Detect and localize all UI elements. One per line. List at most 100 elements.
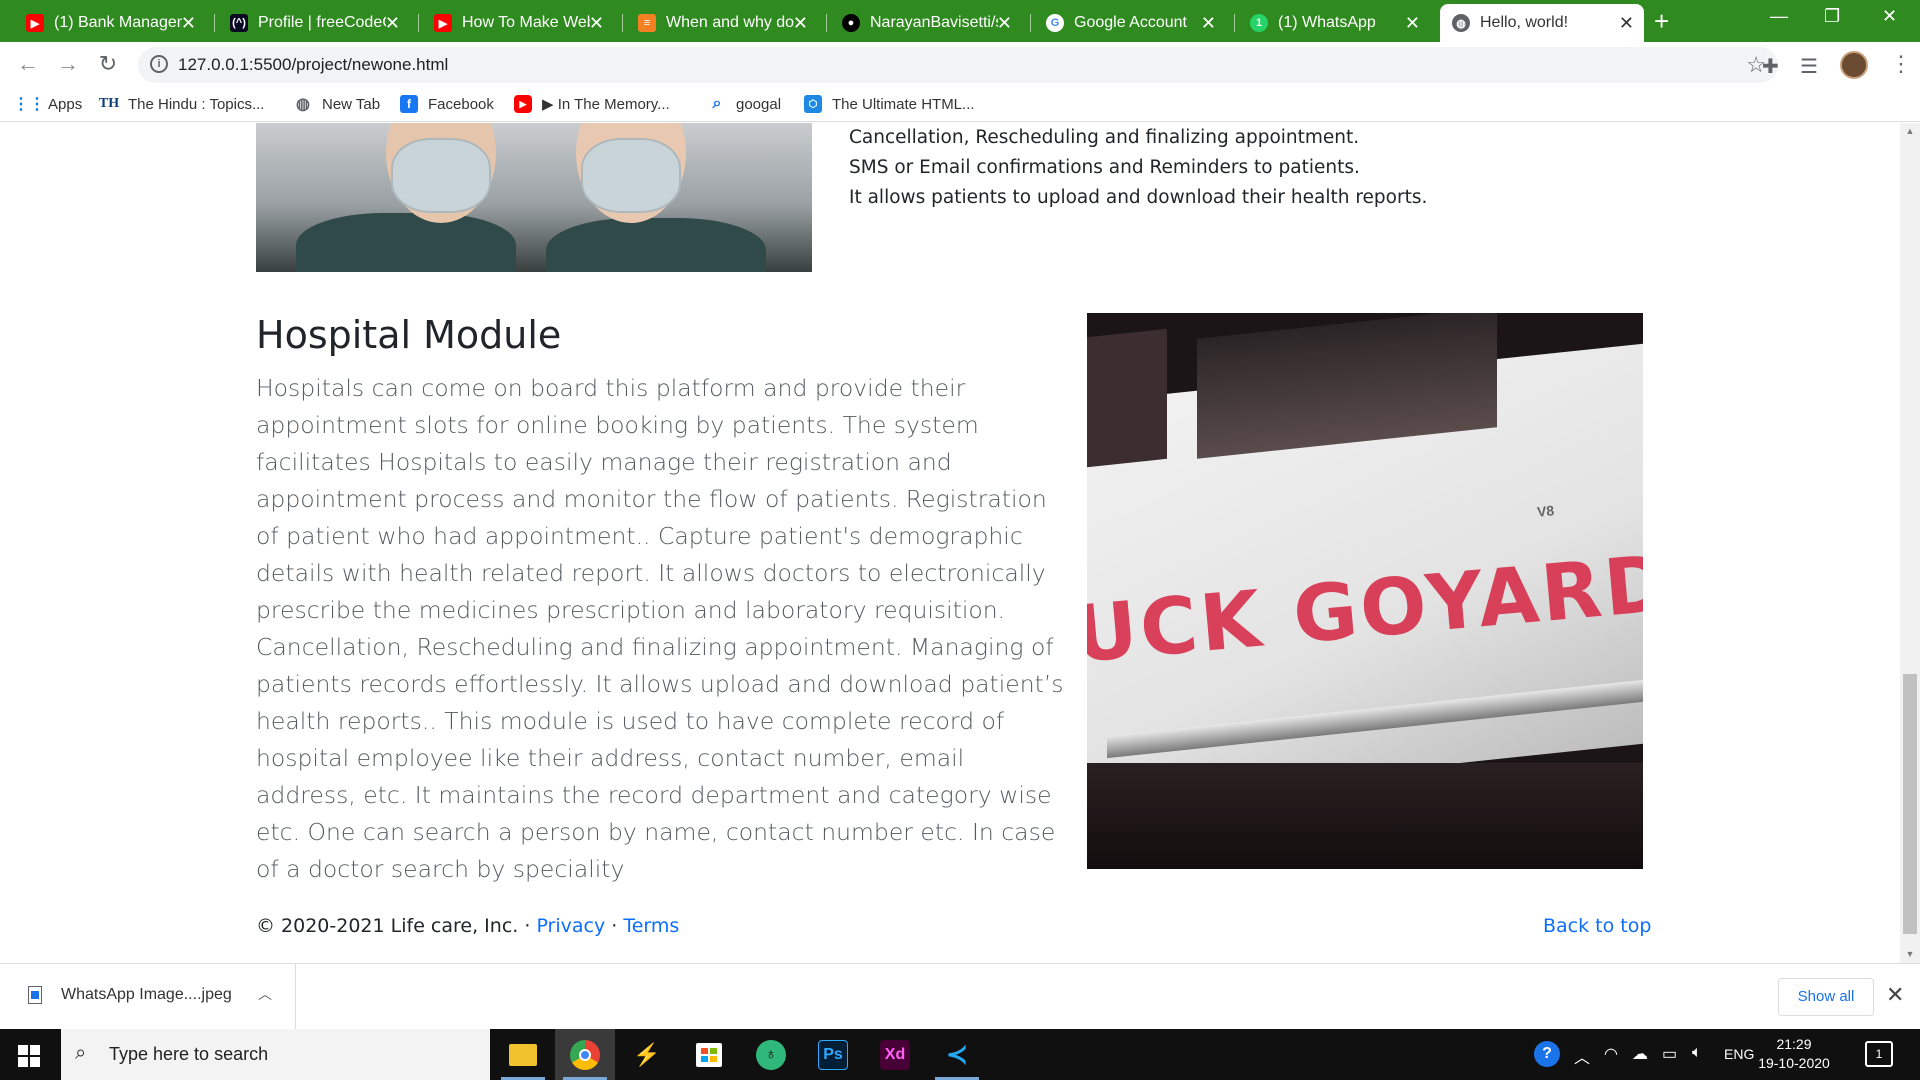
tab-bank-management[interactable]: ▶ (1) Bank Managem ✕ — [14, 4, 206, 42]
bookmark-ultimate-html[interactable]: ⬡ The Ultimate HTML... — [804, 95, 975, 113]
forward-arrow-icon[interactable]: → — [54, 51, 82, 77]
taskbar-lightning-app[interactable]: ⚡ — [617, 1029, 677, 1080]
taskbar-adobe-xd[interactable]: Xd — [865, 1029, 925, 1080]
url-text[interactable]: 127.0.0.1:5500/project/newone.html — [178, 55, 448, 75]
search-placeholder[interactable]: Type here to search — [109, 1044, 268, 1065]
bookmark-facebook[interactable]: f Facebook — [400, 95, 494, 113]
car-window — [1087, 328, 1167, 468]
close-icon[interactable]: ✕ — [1619, 14, 1634, 32]
extensions-puzzle-icon[interactable]: ✚ — [1762, 54, 1779, 79]
tab-hello-world[interactable]: ◍ Hello, world! ✕ — [1440, 4, 1644, 42]
bookmark-in-the-memory[interactable]: ▶ ▶ In The Memory... — [514, 95, 670, 113]
tab-separator — [214, 14, 215, 32]
search-icon: ⌕ — [75, 1042, 87, 1064]
bookmark-apps[interactable]: ⋮⋮ Apps — [13, 95, 82, 114]
tab-separator — [1234, 14, 1235, 32]
page-viewport: Cancellation, Rescheduling and finalizin… — [0, 123, 1920, 963]
bookmark-label: Facebook — [428, 95, 494, 113]
bookmarks-bar: ⋮⋮ Apps TH The Hindu : Topics... ◍ New T… — [0, 88, 1920, 122]
close-icon[interactable]: ✕ — [997, 14, 1012, 32]
taskbar-vscode[interactable]: ≺ — [927, 1029, 987, 1080]
reload-icon[interactable]: ↻ — [94, 51, 122, 77]
surgeons-image — [256, 123, 812, 272]
tab-how-to-make-web[interactable]: ▶ How To Make Web ✕ — [422, 4, 614, 42]
site-info-icon[interactable]: i — [150, 55, 168, 73]
close-icon[interactable]: ✕ — [1886, 982, 1904, 1008]
footer-copyright: © 2020-2021 Life care, Inc. · Privacy · … — [256, 915, 679, 937]
taskbar-chrome[interactable] — [555, 1029, 615, 1080]
module-description: Hospitals can come on board this platfor… — [256, 374, 1064, 883]
chevron-up-icon[interactable]: ︿ — [1574, 1044, 1590, 1068]
restore-icon[interactable]: ❐ — [1824, 6, 1840, 27]
clock-date: 19-10-2020 — [1758, 1055, 1830, 1071]
taskbar-file-explorer[interactable] — [493, 1029, 553, 1080]
tab-whatsapp[interactable]: 1 (1) WhatsApp ✕ — [1238, 4, 1430, 42]
tab-github[interactable]: ● NarayanBavisetti/s ✕ — [830, 4, 1022, 42]
bookmark-new-tab[interactable]: ◍ New Tab — [294, 95, 381, 114]
list-item: Cancellation, Rescheduling and finalizin… — [849, 127, 1360, 148]
media-queue-icon[interactable]: ☰ — [1800, 54, 1818, 79]
close-icon[interactable]: ✕ — [793, 14, 808, 32]
close-icon[interactable]: ✕ — [1201, 14, 1216, 32]
page-scrollbar[interactable]: ▲ ▼ — [1900, 123, 1920, 963]
taskbar-microsoft-store[interactable] — [679, 1029, 739, 1080]
wifi-icon[interactable]: ◠ — [1604, 1044, 1618, 1064]
show-all-button[interactable]: Show all — [1778, 978, 1874, 1016]
clock-time: 21:29 — [1776, 1036, 1812, 1052]
facebook-icon: f — [400, 95, 418, 113]
battery-icon[interactable]: ▭ — [1662, 1044, 1677, 1064]
address-bar[interactable]: i 127.0.0.1:5500/project/newone.html ☆ — [138, 47, 1778, 83]
taskbar-gitkraken[interactable]: ♁ — [741, 1029, 801, 1080]
bookmark-googal[interactable]: ⌕ googal — [708, 95, 782, 113]
taskbar-clock[interactable]: 21:29 19-10-2020 — [1752, 1035, 1836, 1073]
close-icon[interactable]: ✕ — [181, 14, 196, 32]
back-arrow-icon[interactable]: ← — [14, 51, 42, 77]
more-menu-icon[interactable]: ⋮ — [1890, 50, 1912, 78]
terms-link[interactable]: Terms — [623, 915, 679, 937]
whatsapp-icon: 1 — [1250, 14, 1268, 32]
scroll-down-arrow-icon[interactable]: ▼ — [1900, 946, 1920, 963]
profile-avatar[interactable] — [1840, 51, 1868, 79]
taskbar-search-box[interactable]: ⌕ Type here to search — [61, 1029, 490, 1080]
html-icon: ⬡ — [804, 95, 822, 113]
scroll-thumb[interactable] — [1903, 674, 1917, 934]
footer-separator: · — [605, 915, 624, 937]
close-icon[interactable]: ✕ — [385, 14, 400, 32]
tab-title: (1) WhatsApp — [1278, 14, 1376, 31]
volume-icon[interactable]: 🔈︎ — [1692, 1044, 1702, 1062]
tab-title: Google Account — [1074, 14, 1187, 31]
bookmark-label: ▶ In The Memory... — [542, 96, 670, 113]
bookmark-label: New Tab — [322, 95, 381, 113]
surgeon-gown — [296, 213, 516, 272]
bookmark-the-hindu[interactable]: TH The Hindu : Topics... — [99, 95, 265, 113]
privacy-link[interactable]: Privacy — [536, 915, 605, 937]
taskbar-photoshop[interactable]: Ps — [803, 1029, 863, 1080]
download-file-name[interactable]: WhatsApp Image....jpeg — [61, 986, 232, 1004]
notification-center-icon[interactable]: 1 — [1865, 1041, 1893, 1067]
windows-start-icon[interactable] — [18, 1045, 40, 1067]
chrome-icon — [570, 1039, 600, 1070]
minimize-icon[interactable]: — — [1770, 6, 1788, 27]
tab-stackoverflow[interactable]: ≡ When and why do ✕ — [626, 4, 818, 42]
download-item[interactable]: WhatsApp Image....jpeg ︿ — [0, 964, 296, 1030]
chevron-up-icon[interactable]: ︿ — [258, 984, 272, 1004]
file-explorer-icon — [509, 1043, 537, 1066]
tab-separator — [418, 14, 419, 32]
tab-title: (1) Bank Managem — [54, 14, 182, 31]
onedrive-cloud-icon[interactable]: ☁ — [1632, 1044, 1648, 1064]
google-icon: G — [1046, 14, 1064, 32]
language-indicator[interactable]: ENG — [1724, 1046, 1754, 1062]
help-icon[interactable]: ? — [1534, 1041, 1560, 1067]
tab-google-account[interactable]: G Google Account ✕ — [1034, 4, 1226, 42]
freecodecamp-icon: (^) — [230, 14, 248, 32]
window-close-icon[interactable]: ✕ — [1882, 6, 1897, 27]
tab-separator — [1030, 14, 1031, 32]
scroll-up-arrow-icon[interactable]: ▲ — [1900, 123, 1920, 140]
back-to-top-link[interactable]: Back to top — [1543, 915, 1651, 937]
new-tab-plus-icon[interactable]: + — [1654, 8, 1669, 34]
chrome-center — [579, 1048, 591, 1061]
close-icon[interactable]: ✕ — [589, 14, 604, 32]
close-icon[interactable]: ✕ — [1405, 14, 1420, 32]
tab-freecodecamp[interactable]: (^) Profile | freeCodeC ✕ — [218, 4, 410, 42]
tab-title: Hello, world! — [1480, 14, 1569, 31]
